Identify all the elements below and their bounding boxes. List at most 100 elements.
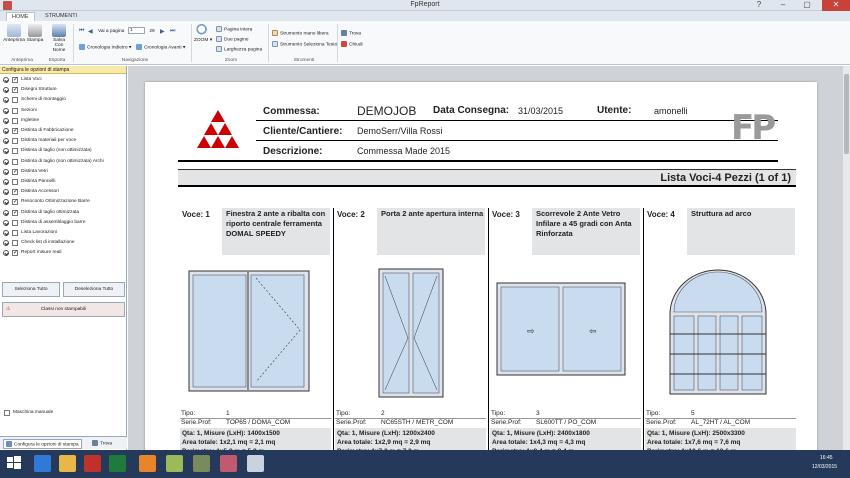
expand-icon[interactable] <box>3 230 9 236</box>
expand-icon[interactable] <box>3 179 9 185</box>
salva-con-nome-button[interactable]: Salva Con Nome <box>48 24 70 53</box>
app-red-icon[interactable] <box>84 455 101 472</box>
minimize-icon[interactable]: – <box>772 0 794 11</box>
option-checkbox[interactable] <box>12 179 18 185</box>
option-checkbox[interactable] <box>12 187 18 197</box>
notepad-icon[interactable] <box>166 455 183 472</box>
tab-trova[interactable]: Trova <box>92 440 112 446</box>
pdf-icon[interactable] <box>220 455 237 472</box>
option-checkbox[interactable] <box>12 117 18 124</box>
option-checkbox[interactable] <box>12 138 18 145</box>
option-checkbox[interactable] <box>12 97 18 104</box>
expand-icon[interactable] <box>3 189 9 196</box>
expand-icon[interactable] <box>3 209 9 216</box>
expand-icon[interactable] <box>3 219 9 226</box>
option-checkbox[interactable] <box>12 240 18 247</box>
page-number-input[interactable]: 1 <box>128 27 145 34</box>
anteprima-button[interactable]: Anteprima <box>3 24 25 43</box>
expand-icon[interactable] <box>3 97 9 104</box>
option-row[interactable]: Distinta di taglio ottimizzata <box>0 208 126 218</box>
option-row[interactable]: Distinta di taglio (non ottimizzata) <box>0 146 126 156</box>
option-row[interactable]: Distinta di taglio (non ottimizzata) Arc… <box>0 157 126 167</box>
due-pagine-button[interactable]: Due pagine <box>216 36 249 42</box>
vlc-icon[interactable] <box>139 455 156 472</box>
expand-icon[interactable] <box>3 107 9 114</box>
option-row[interactable]: Schemi di montaggio <box>0 95 126 105</box>
option-row[interactable]: Resoconto Ottimizzazione Barre <box>0 197 126 207</box>
option-checkbox[interactable] <box>12 208 18 218</box>
strumento-seleziona-testo-button[interactable]: Strumento Seleziona Testo <box>272 41 337 47</box>
expand-icon[interactable] <box>3 199 9 206</box>
expand-icon[interactable] <box>3 138 9 145</box>
explorer-icon[interactable] <box>59 455 76 472</box>
option-checkbox[interactable] <box>12 248 18 258</box>
maschina-manuale-option[interactable]: Maschina manuale <box>0 408 126 418</box>
close-icon[interactable]: ✕ <box>822 0 850 11</box>
excel-icon[interactable] <box>109 455 126 472</box>
option-row[interactable]: Distinta di Fabbricazione <box>0 126 126 136</box>
vertical-scrollbar[interactable] <box>843 66 850 450</box>
option-row[interactable]: Ingletine <box>0 116 126 126</box>
expand-icon[interactable] <box>3 87 9 94</box>
expand-icon[interactable] <box>3 168 9 175</box>
option-row[interactable]: Distinta Accessori <box>0 187 126 197</box>
expand-icon[interactable] <box>3 250 9 257</box>
start-windows-icon[interactable] <box>6 455 23 472</box>
option-checkbox[interactable] <box>12 107 18 114</box>
option-row[interactable]: Distinta di assemblaggio barre <box>0 218 126 228</box>
option-row[interactable]: Report misure reali <box>0 248 126 258</box>
serie-value: AL_72HT / AL_COM <box>691 419 751 426</box>
option-row[interactable]: Lista Voci <box>0 75 126 85</box>
scroll-thumb[interactable] <box>844 74 849 154</box>
deseleziona-tutto-button[interactable]: Deseleziona Tutto <box>63 282 125 297</box>
option-row[interactable]: Distinta Vetri <box>0 167 126 177</box>
option-checkbox[interactable] <box>12 219 18 226</box>
larghezza-pagina-button[interactable]: Larghezza pagina <box>216 46 262 52</box>
next-page-icon[interactable]: ▶ <box>160 28 165 35</box>
seleziona-tutto-button[interactable]: Seleziona Tutto <box>2 282 60 297</box>
ie-icon[interactable] <box>34 455 51 472</box>
strumento-mano-libera-button[interactable]: Strumento mano libera <box>272 30 329 36</box>
expand-icon[interactable] <box>3 117 9 124</box>
option-row[interactable]: Lista Lavorazioni <box>0 228 126 238</box>
tab-configura[interactable]: Configura le opzioni di stampa <box>3 439 82 450</box>
last-page-icon[interactable]: ⏭ <box>170 28 175 35</box>
option-checkbox[interactable] <box>12 148 18 155</box>
data-consegna-value: 31/03/2015 <box>518 106 564 116</box>
option-row[interactable]: Sezioni <box>0 106 126 116</box>
cronologia-avanti-button[interactable]: Cronologia Avanti ▾ <box>136 44 185 50</box>
classi-non-stampabili-button[interactable]: ⚠ Classi non stampabili <box>2 302 125 317</box>
option-checkbox[interactable] <box>12 75 18 85</box>
maximize-icon[interactable]: ▢ <box>796 0 818 11</box>
expand-icon[interactable] <box>3 128 9 134</box>
option-checkbox[interactable] <box>12 230 18 236</box>
expand-icon[interactable] <box>3 148 9 155</box>
pagina-intera-button[interactable]: Pagina intera <box>216 26 252 32</box>
option-row[interactable]: Distinta Pannelli <box>0 177 126 187</box>
chiudi-button[interactable]: Chiudi <box>341 41 363 47</box>
option-checkbox[interactable] <box>12 197 18 207</box>
prev-page-icon[interactable]: ◀ <box>88 28 93 35</box>
option-checkbox[interactable] <box>12 126 18 136</box>
option-row[interactable]: Check list di installazione <box>0 238 126 248</box>
tab-home[interactable]: HOME <box>6 12 35 21</box>
zoom-button[interactable]: ZOOM ▾ <box>194 24 212 43</box>
maschina-manuale-checkbox[interactable] <box>4 410 10 416</box>
option-checkbox[interactable] <box>12 167 18 177</box>
trova-button[interactable]: Trova <box>341 30 361 36</box>
option-checkbox[interactable] <box>12 85 18 95</box>
tab-strumenti[interactable]: STRUMENTI <box>40 12 82 21</box>
option-row[interactable]: Disegni Strutture <box>0 85 126 95</box>
expand-icon[interactable] <box>3 77 9 83</box>
expand-icon[interactable] <box>3 158 9 165</box>
option-checkbox[interactable] <box>12 158 18 165</box>
option-row[interactable]: Distinta materiali per voce <box>0 136 126 146</box>
stampa-button[interactable]: Stampa <box>26 24 44 43</box>
fpreport-taskbar-icon[interactable] <box>247 455 264 472</box>
help-icon[interactable]: ? <box>748 0 770 11</box>
report-viewer[interactable]: Commessa: DEMOJOB Data Consegna: 31/03/2… <box>128 66 850 450</box>
expand-icon[interactable] <box>3 240 9 247</box>
tool-icon[interactable] <box>193 455 210 472</box>
first-page-icon[interactable]: ⏮ <box>79 28 84 35</box>
cronologia-indietro-button[interactable]: Cronologia Indietro ▾ <box>79 44 131 50</box>
